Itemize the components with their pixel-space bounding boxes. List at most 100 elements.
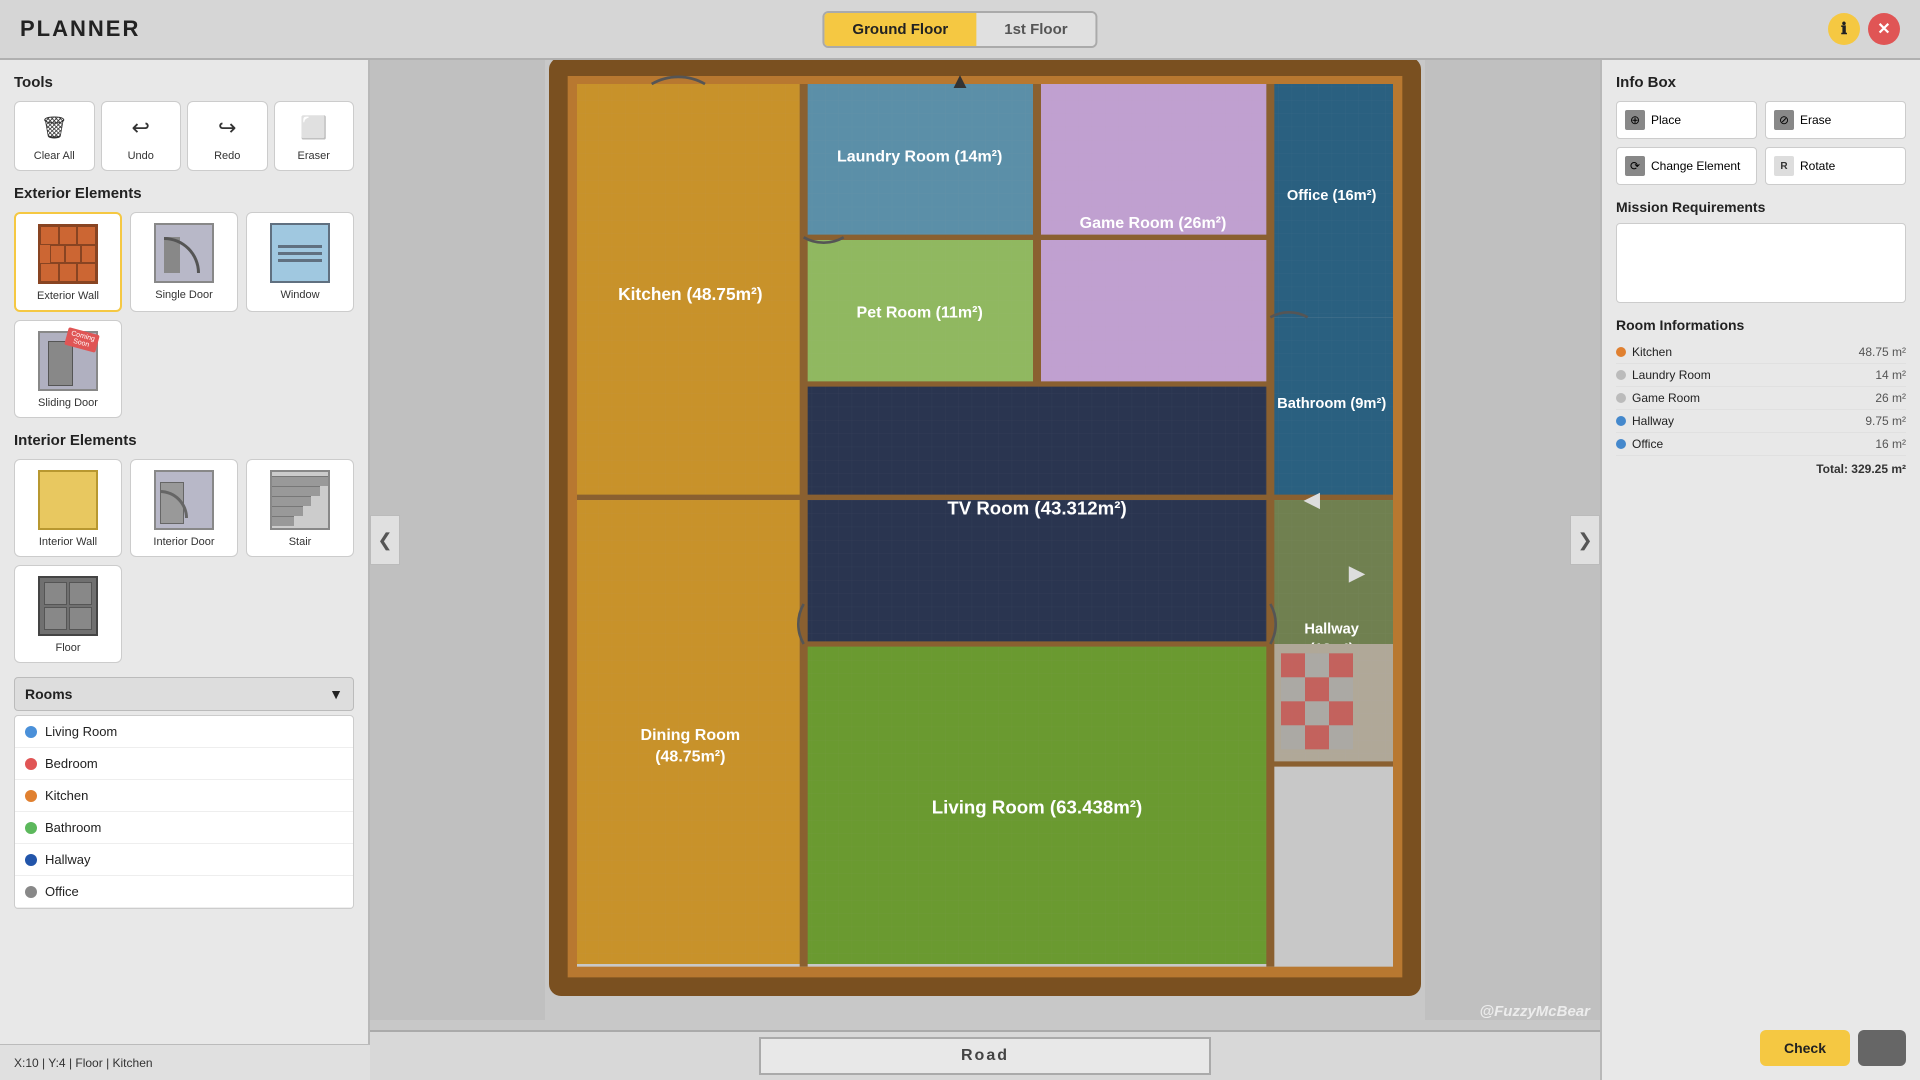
sliding-door-icon: ComingSoon	[36, 329, 100, 393]
room-label-living-room: Living Room	[45, 724, 117, 739]
room-info-dot-hallway	[1616, 416, 1626, 426]
single-door-button[interactable]: Single Door	[130, 212, 238, 312]
room-item-hallway[interactable]: Hallway	[15, 844, 353, 876]
room-informations-section: Room Informations Kitchen 48.75 m² Laund…	[1616, 317, 1906, 476]
room-dot-living-room	[25, 726, 37, 738]
interior-elements-grid: Interior Wall Interior Door	[14, 459, 354, 663]
header-icons: ℹ ✕	[1828, 13, 1900, 45]
floor-button[interactable]: Floor	[14, 565, 122, 663]
room-label-bedroom: Bedroom	[45, 756, 98, 771]
rooms-dropdown-header[interactable]: Rooms ▼	[14, 677, 354, 711]
info-box-section: Info Box ⊕ Place ⊘ Erase ⟳ Change Elemen…	[1616, 74, 1906, 185]
room-info-dot-office	[1616, 439, 1626, 449]
right-panel: Info Box ⊕ Place ⊘ Erase ⟳ Change Elemen…	[1600, 60, 1920, 1080]
rooms-label: Rooms	[25, 686, 72, 702]
nav-left-arrow[interactable]: ❮	[370, 515, 400, 565]
room-label-hallway: Hallway	[45, 852, 91, 867]
secondary-button[interactable]	[1858, 1030, 1906, 1066]
interior-door-button[interactable]: Interior Door	[130, 459, 238, 557]
tab-1st-floor[interactable]: 1st Floor	[976, 13, 1095, 46]
mission-requirements-box	[1616, 223, 1906, 303]
room-label-bathroom: Bathroom	[45, 820, 101, 835]
change-element-button[interactable]: ⟳ Change Element	[1616, 147, 1757, 185]
eraser-button[interactable]: ⬜ Eraser	[274, 101, 355, 171]
top-nav-arrow[interactable]: ▲	[949, 68, 971, 94]
tools-grid: 🗑 Clear All ↩ Undo ↪ Redo ⬜ Eraser	[14, 101, 354, 171]
room-info-hallway: Hallway 9.75 m²	[1616, 410, 1906, 433]
single-door-icon	[152, 221, 216, 285]
room-item-living-room[interactable]: Living Room	[15, 716, 353, 748]
room-informations-heading: Room Informations	[1616, 317, 1906, 333]
eraser-icon: ⬜	[296, 110, 332, 146]
room-label-office: Office	[45, 884, 79, 899]
exterior-wall-button[interactable]: Exterior Wall	[14, 212, 122, 312]
erase-button[interactable]: ⊘ Erase	[1765, 101, 1906, 139]
rooms-section: Rooms ▼ Living Room Bedroom Kitchen Bath…	[14, 677, 354, 909]
svg-text:◀: ◀	[1303, 488, 1320, 512]
tab-ground-floor[interactable]: Ground Floor	[824, 13, 976, 46]
svg-text:Living Room (63.438m²): Living Room (63.438m²)	[932, 796, 1142, 817]
room-dot-kitchen	[25, 790, 37, 802]
window-button[interactable]: Window	[246, 212, 354, 312]
clear-all-icon: 🗑	[36, 110, 72, 146]
svg-text:Dining Room: Dining Room	[641, 727, 741, 744]
info-actions-grid: ⊕ Place ⊘ Erase ⟳ Change Element R Rotat…	[1616, 101, 1906, 185]
room-info-dot-laundry	[1616, 370, 1626, 380]
rotate-button[interactable]: R Rotate	[1765, 147, 1906, 185]
room-info-total: Total: 329.25 m²	[1616, 462, 1906, 476]
floor-icon	[36, 574, 100, 638]
info-box-heading: Info Box	[1616, 74, 1906, 91]
room-label-kitchen: Kitchen	[45, 788, 88, 803]
floor-plan-svg[interactable]: Kitchen (48.75m²) Laundry Room (14m²) Ga…	[370, 60, 1600, 1020]
app-title: PLANNER	[20, 16, 140, 42]
exterior-elements-grid: Exterior Wall Single Door	[14, 212, 354, 418]
room-info-dot-kitchen	[1616, 347, 1626, 357]
svg-text:Laundry Room (14m²): Laundry Room (14m²)	[837, 148, 1002, 165]
room-item-office[interactable]: Office	[15, 876, 353, 908]
svg-text:Bathroom (9m²): Bathroom (9m²)	[1277, 396, 1386, 412]
interior-wall-button[interactable]: Interior Wall	[14, 459, 122, 557]
interior-elements-heading: Interior Elements	[14, 432, 354, 449]
header: PLANNER Ground Floor 1st Floor ℹ ✕	[0, 0, 1920, 60]
tools-section: Tools 🗑 Clear All ↩ Undo ↪ Redo ⬜ Eraser	[14, 74, 354, 171]
window-icon	[268, 221, 332, 285]
redo-button[interactable]: ↪ Redo	[187, 101, 268, 171]
stair-button[interactable]: Stair	[246, 459, 354, 557]
room-item-bedroom[interactable]: Bedroom	[15, 748, 353, 780]
room-info-laundry: Laundry Room 14 m²	[1616, 364, 1906, 387]
room-item-kitchen[interactable]: Kitchen	[15, 780, 353, 812]
interior-door-icon	[152, 468, 216, 532]
mission-requirements-heading: Mission Requirements	[1616, 199, 1906, 215]
room-dot-bedroom	[25, 758, 37, 770]
sliding-door-button[interactable]: ComingSoon Sliding Door	[14, 320, 122, 418]
check-button[interactable]: Check	[1760, 1030, 1850, 1066]
close-button[interactable]: ✕	[1868, 13, 1900, 45]
svg-text:Office (16m²): Office (16m²)	[1287, 188, 1377, 204]
tools-heading: Tools	[14, 74, 354, 91]
left-panel: Tools 🗑 Clear All ↩ Undo ↪ Redo ⬜ Eraser…	[0, 60, 370, 1080]
mission-requirements-section: Mission Requirements	[1616, 199, 1906, 303]
clear-all-button[interactable]: 🗑 Clear All	[14, 101, 95, 171]
nav-right-arrow[interactable]: ❯	[1570, 515, 1600, 565]
room-dot-hallway	[25, 854, 37, 866]
room-item-bathroom[interactable]: Bathroom	[15, 812, 353, 844]
place-button[interactable]: ⊕ Place	[1616, 101, 1757, 139]
info-button[interactable]: ℹ	[1828, 13, 1860, 45]
interior-elements-section: Interior Elements Interior Wall Interior…	[14, 432, 354, 663]
room-info-kitchen: Kitchen 48.75 m²	[1616, 341, 1906, 364]
canvas-area[interactable]: Kitchen (48.75m²) Laundry Room (14m²) Ga…	[370, 60, 1600, 1020]
rotate-icon: R	[1774, 156, 1794, 176]
right-bottom-buttons: Check	[1760, 1030, 1906, 1066]
svg-text:Pet Room (11m²): Pet Room (11m²)	[857, 304, 983, 321]
svg-text:▶: ▶	[1349, 561, 1366, 585]
stair-icon	[268, 468, 332, 532]
svg-text:Kitchen (48.75m²): Kitchen (48.75m²)	[618, 284, 762, 304]
svg-text:(48.75m²): (48.75m²)	[655, 748, 725, 765]
svg-text:Hallway: Hallway	[1304, 621, 1359, 637]
erase-icon: ⊘	[1774, 110, 1794, 130]
exterior-elements-section: Exterior Elements Exterior Wall	[14, 185, 354, 418]
status-text: X:10 | Y:4 | Floor | Kitchen	[14, 1056, 153, 1070]
road-label: Road	[759, 1037, 1211, 1075]
undo-button[interactable]: ↩ Undo	[101, 101, 182, 171]
room-dot-bathroom	[25, 822, 37, 834]
